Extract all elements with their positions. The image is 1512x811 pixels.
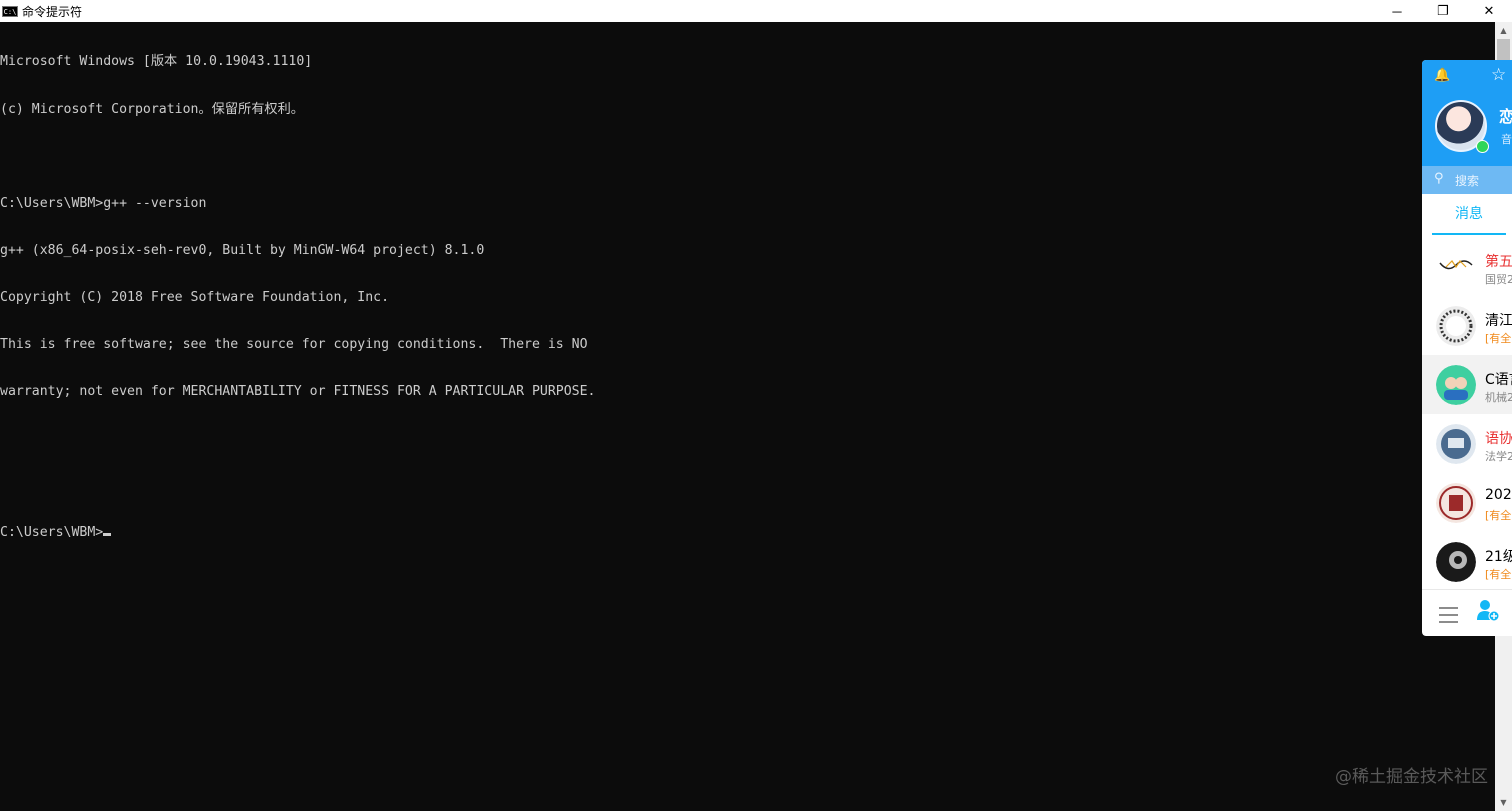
qq-footer (1422, 589, 1512, 636)
list-item[interactable]: C语言 机械2 (1422, 355, 1512, 414)
list-item[interactable]: 第五 国贸2 (1422, 237, 1512, 296)
console-line: C:\Users\WBM>g++ --version (0, 195, 207, 211)
conversation-preview: [有全 (1485, 332, 1512, 345)
conversation-preview: 法学2 (1485, 450, 1512, 463)
list-item[interactable]: 202 [有全 (1422, 473, 1512, 532)
prompt-text: C:\Users\WBM> (0, 525, 104, 541)
conversation-name: 202 (1485, 487, 1512, 503)
bell-icon[interactable]: 🔔 (1434, 68, 1450, 83)
conversation-name: C语言 (1485, 372, 1512, 388)
console-line: This is free software; see the source fo… (0, 336, 588, 352)
conversation-name: 第五 (1485, 254, 1512, 270)
conversation-preview: 机械2 (1485, 391, 1512, 404)
star-icon[interactable]: ☆ (1491, 65, 1506, 85)
close-button[interactable]: ✕ (1466, 0, 1512, 22)
search-icon: ⚲ (1434, 171, 1444, 186)
conversation-name: 21级 (1485, 549, 1512, 565)
list-item[interactable]: 语协 法学2 (1422, 414, 1512, 473)
group-avatar-icon (1436, 247, 1476, 287)
window-title: 命令提示符 (22, 4, 83, 19)
conversation-name: 语协 (1485, 431, 1512, 447)
conversation-preview: [有全 (1485, 509, 1512, 522)
text-cursor (103, 533, 112, 537)
restore-button[interactable]: ❐ (1420, 0, 1466, 22)
group-avatar-icon (1436, 306, 1476, 346)
group-avatar-icon (1436, 483, 1476, 523)
menu-icon[interactable] (1439, 602, 1458, 628)
console-line: Copyright (C) 2018 Free Software Foundat… (0, 289, 390, 305)
console-output[interactable]: Microsoft Windows [版本 10.0.19043.1110] (… (0, 23, 1494, 811)
list-item[interactable]: 清江 [有全 (1422, 296, 1512, 355)
qq-signature[interactable]: 音 (1501, 131, 1512, 147)
group-avatar-icon (1436, 424, 1476, 464)
conversation-preview: 国贸2 (1485, 273, 1512, 286)
add-contact-icon[interactable] (1476, 598, 1500, 622)
console-line: g++ (x86_64-posix-seh-rev0, Built by Min… (0, 242, 485, 258)
qq-nickname[interactable]: 恋 (1499, 103, 1512, 127)
qq-conversation-list: 第五 国贸2 清江 [有全 C语言 机械2 (1422, 237, 1512, 591)
scroll-up-arrow-icon[interactable]: ▲ (1495, 22, 1512, 39)
window-controls: ─ ❐ ✕ (1374, 0, 1512, 22)
list-item[interactable]: 21级 [有全 (1422, 532, 1512, 591)
console-line: warranty; not even for MERCHANTABILITY o… (0, 384, 596, 400)
scroll-down-arrow-icon[interactable]: ▼ (1495, 794, 1512, 811)
qq-header: 🔔 ☆ 恋 音 (1422, 60, 1512, 166)
minimize-button[interactable]: ─ (1374, 0, 1420, 22)
online-status-icon[interactable] (1476, 140, 1489, 153)
watermark: @稀土掘金技术社区 (1335, 767, 1488, 787)
tab-messages[interactable]: 消息 (1432, 194, 1506, 235)
conversation-name: 清江 (1485, 313, 1512, 329)
qq-main-panel: 🔔 ☆ 恋 音 ⚲ 搜索 消息 第五 国贸2 清江 [有全 C语 机械2 语协 … (1422, 60, 1512, 636)
console-line: Microsoft Windows [版本 10.0.19043.1110] (0, 54, 313, 70)
group-avatar-icon (1436, 365, 1476, 405)
prompt-line[interactable]: C:\Users\WBM> (0, 525, 1494, 541)
title-bar[interactable]: C:\ 命令提示符 ─ ❐ ✕ (0, 0, 1512, 22)
cmd-app-icon[interactable]: C:\ (2, 5, 18, 17)
console-line: (c) Microsoft Corporation。保留所有权利。 (0, 101, 304, 117)
qq-search-input[interactable]: ⚲ 搜索 (1422, 166, 1512, 194)
conversation-preview: [有全 (1485, 568, 1512, 581)
search-placeholder: 搜索 (1455, 174, 1480, 188)
group-avatar-icon (1436, 542, 1476, 582)
